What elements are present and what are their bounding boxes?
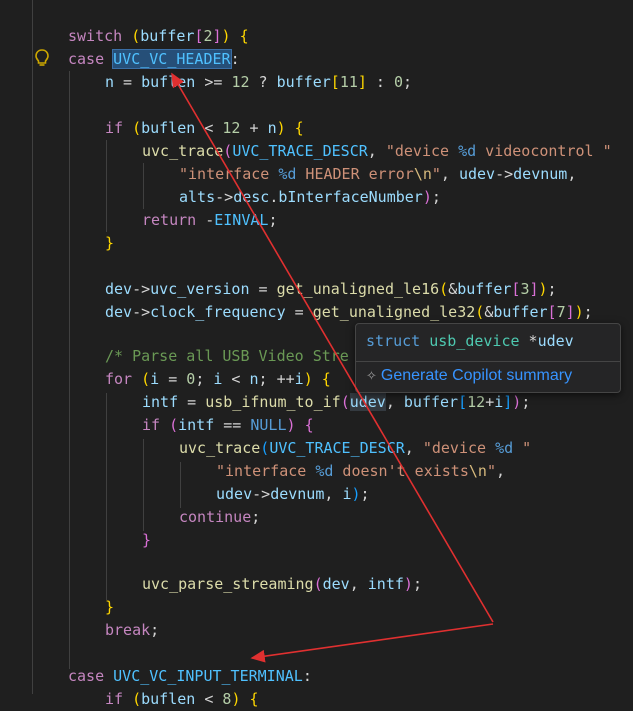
code-line-29[interactable]: case UVC_VC_INPUT_TERMINAL: — [68, 665, 312, 688]
indent-guide — [32, 0, 33, 694]
lightbulb-icon[interactable] — [32, 48, 52, 68]
code-line-10[interactable]: } — [105, 232, 114, 255]
indent-guide — [106, 140, 107, 232]
code-line-16[interactable]: for (i = 0; i < n; ++i) { — [105, 368, 331, 391]
code-line-23[interactable]: } — [142, 529, 151, 552]
indent-guide — [143, 163, 144, 209]
code-line-13[interactable]: dev->clock_frequency = get_unaligned_le3… — [105, 301, 593, 324]
hover-divider — [356, 361, 620, 362]
code-line-3[interactable]: n = buflen >= 12 ? buffer[11] : 0; — [105, 71, 412, 94]
code-line-17[interactable]: intf = usb_ifnum_to_if(udev, buffer[12+i… — [142, 391, 530, 414]
generate-copilot-summary-link[interactable]: ✧ Generate Copilot summary — [366, 364, 572, 388]
code-line-9[interactable]: return -EINVAL; — [142, 209, 277, 232]
indent-guide — [69, 71, 70, 669]
code-line-8[interactable]: alts->desc.bInterfaceNumber); — [179, 186, 441, 209]
code-line-12[interactable]: dev->uvc_version = get_unaligned_le16(&b… — [105, 278, 557, 301]
indent-guide — [106, 393, 107, 600]
code-editor[interactable]: switch (buffer[2]) { case UVC_VC_HEADER:… — [0, 0, 633, 708]
sparkle-icon: ✧ — [366, 368, 377, 383]
code-line-2[interactable]: case UVC_VC_HEADER: — [68, 48, 240, 71]
annotation-arrow-left — [250, 623, 494, 663]
code-line-18[interactable]: if (intf == NULL) { — [142, 414, 314, 437]
hover-signature: struct usb_device *udev — [366, 332, 574, 350]
code-line-22[interactable]: continue; — [179, 506, 260, 529]
indent-guide — [180, 462, 181, 508]
code-line-15[interactable]: /* Parse all USB Video Stre — [105, 345, 349, 368]
selected-identifier[interactable]: UVC_VC_HEADER — [112, 49, 232, 69]
code-line-26[interactable]: } — [105, 596, 114, 619]
code-line-30[interactable]: if (buflen < 8) { — [105, 688, 259, 711]
code-line-5[interactable]: if (buflen < 12 + n) { — [105, 117, 304, 140]
code-line-20[interactable]: "interface %d doesn't exists\n", — [216, 460, 505, 483]
indent-guide — [143, 439, 144, 531]
code-line-7[interactable]: "interface %d HEADER error\n", udev->dev… — [179, 163, 576, 186]
code-line-25[interactable]: uvc_parse_streaming(dev, intf); — [142, 573, 422, 596]
hover-tooltip: struct usb_device *udev ✧ Generate Copilo… — [355, 323, 621, 393]
code-line-19[interactable]: uvc_trace(UVC_TRACE_DESCR, "device %d " — [179, 437, 531, 460]
code-line-6[interactable]: uvc_trace(UVC_TRACE_DESCR, "device %d vi… — [142, 140, 612, 163]
code-line-27[interactable]: break; — [105, 619, 159, 642]
code-line-21[interactable]: udev->devnum, i); — [216, 483, 370, 506]
code-line-1[interactable]: switch (buffer[2]) { — [68, 25, 249, 48]
